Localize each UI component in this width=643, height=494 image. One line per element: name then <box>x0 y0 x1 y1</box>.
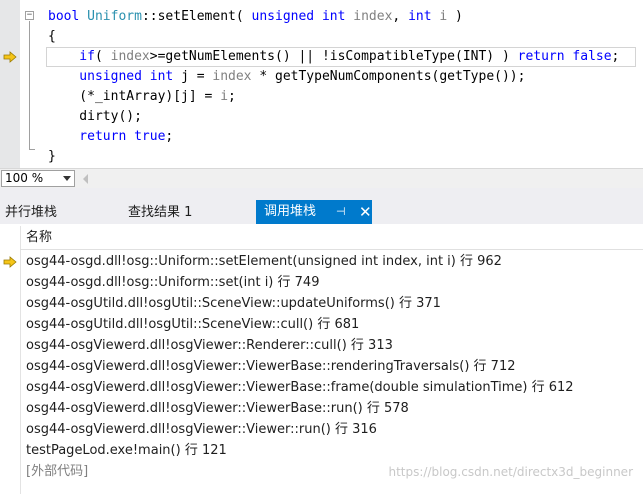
code-token: bool <box>48 9 88 24</box>
code-token: index <box>212 69 252 84</box>
code-token: j = <box>181 69 213 84</box>
watermark: https://blog.csdn.net/directx3d_beginner <box>388 465 634 479</box>
code-token: (*_intArray)[j] = <box>48 89 221 104</box>
pin-icon[interactable]: ⊣ <box>336 200 346 224</box>
code-token: ; <box>228 89 236 104</box>
code-line-text: return true; <box>48 127 173 147</box>
call-stack-panel: 名称 osg44-osgd.dll!osg::Uniform::setEleme… <box>0 226 643 494</box>
code-token: unsigned int <box>48 69 182 84</box>
code-line[interactable]: return true; <box>0 127 643 147</box>
close-icon[interactable]: ✕ <box>359 200 372 224</box>
code-token: ( <box>94 49 111 64</box>
tool-window-tabs: 并行堆栈 查找结果 1 调用堆栈 ⊣ ✕ <box>0 188 643 224</box>
code-line[interactable]: unsigned int j = index * getTypeNumCompo… <box>0 67 643 87</box>
code-token: { <box>48 29 56 44</box>
code-token: * getTypeNumComponents(getType()); <box>251 69 526 84</box>
code-line-text: bool Uniform::setElement( unsigned int i… <box>48 7 463 27</box>
code-line-text: dirty(); <box>48 107 142 127</box>
call-stack-row[interactable]: osg44-osgViewerd.dll!osgViewer::ViewerBa… <box>26 377 574 398</box>
code-line[interactable]: (*_intArray)[j] = i; <box>0 87 643 107</box>
zoom-dropdown[interactable]: 100 % <box>1 170 75 187</box>
code-token: index <box>110 49 150 64</box>
code-token: dirty(); <box>48 109 142 124</box>
code-line[interactable]: dirty(); <box>0 107 643 127</box>
code-token: i <box>220 89 229 104</box>
code-line[interactable]: } <box>0 147 643 167</box>
call-stack-row[interactable]: [外部代码] <box>26 461 88 482</box>
code-line-text: (*_intArray)[j] = i; <box>48 87 236 107</box>
call-stack-row[interactable]: osg44-osgViewerd.dll!osgViewer::ViewerBa… <box>26 356 516 377</box>
code-token: ; <box>165 129 174 144</box>
code-line[interactable]: if( index>=getNumElements() || !isCompat… <box>0 47 643 67</box>
call-stack-row[interactable]: osg44-osgd.dll!osg::Uniform::setElement(… <box>26 251 502 272</box>
code-token: return true <box>48 129 166 144</box>
code-line[interactable]: bool Uniform::setElement( unsigned int i… <box>0 7 643 27</box>
call-stack-row[interactable]: osg44-osgViewerd.dll!osgViewer::Viewer::… <box>26 419 377 440</box>
call-stack-row[interactable]: osg44-osgUtild.dll!osgUtil::SceneView::u… <box>26 293 441 314</box>
chevron-down-icon <box>63 176 71 181</box>
tab-call-stack[interactable]: 调用堆栈 ⊣ ✕ <box>256 200 372 224</box>
code-token: ) <box>447 9 463 24</box>
code-line[interactable]: { <box>0 27 643 47</box>
code-line-text: unsigned int j = index * getTypeNumCompo… <box>48 67 525 87</box>
code-token: ; <box>611 49 620 64</box>
current-frame-arrow-icon <box>3 256 17 268</box>
tab-parallel-stacks[interactable]: 并行堆栈 <box>5 202 57 224</box>
call-stack-row[interactable]: osg44-osgd.dll!osg::Uniform::set(int i) … <box>26 272 319 293</box>
scroll-left-icon[interactable] <box>83 174 88 184</box>
call-stack-row[interactable]: osg44-osgUtild.dll!osgUtil::SceneView::c… <box>26 314 359 335</box>
code-token: ::setElement( <box>141 9 252 24</box>
tab-find-results[interactable]: 查找结果 1 <box>128 202 192 224</box>
code-token: if <box>48 49 95 64</box>
call-stack-row[interactable]: osg44-osgViewerd.dll!osgViewer::ViewerBa… <box>26 398 409 419</box>
zoom-value: 100 % <box>5 171 44 185</box>
code-token: , <box>392 9 409 24</box>
code-line-text: } <box>48 147 56 167</box>
code-token: } <box>48 149 56 164</box>
code-token: Uniform <box>87 9 142 24</box>
editor-zoom-bar: 100 % <box>0 168 643 188</box>
code-editor[interactable]: − bool Uniform::setElement( unsigned int… <box>0 0 643 168</box>
code-token: >=getNumElements() || !isCompatibleType(… <box>149 49 518 64</box>
code-token: index <box>353 9 393 24</box>
call-stack-row[interactable]: osg44-osgViewerd.dll!osgViewer::Renderer… <box>26 335 393 356</box>
code-line-text: if( index>=getNumElements() || !isCompat… <box>48 47 619 67</box>
code-token: return false <box>517 49 612 64</box>
code-line-text: { <box>48 27 56 47</box>
call-stack-row[interactable]: testPageLod.exe!main() 行 121 <box>26 440 227 461</box>
code-token: int <box>408 9 440 24</box>
code-token: unsigned int <box>251 9 354 24</box>
column-header-name[interactable]: 名称 <box>20 226 643 250</box>
